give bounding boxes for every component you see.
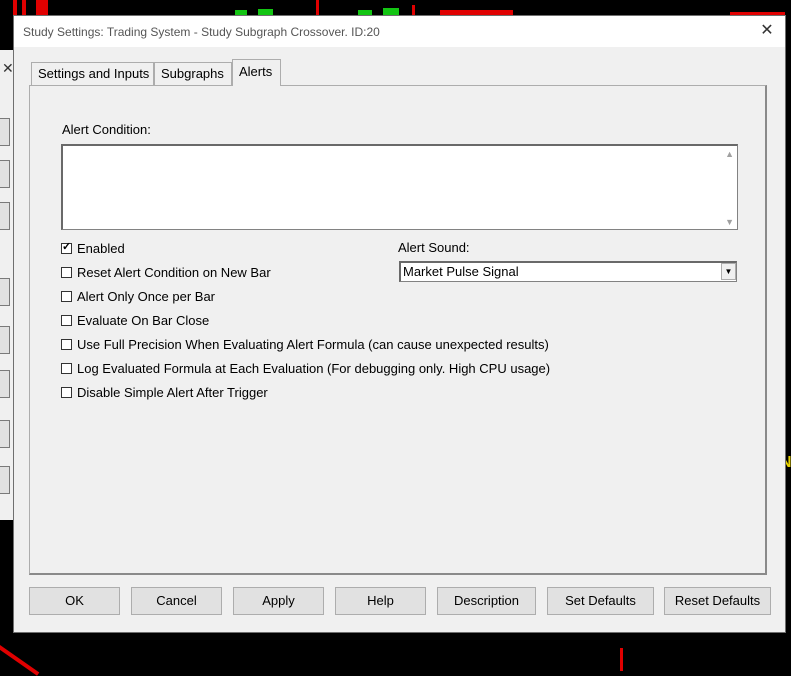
help-button[interactable]: Help [335, 587, 426, 615]
background-window-button[interactable] [0, 370, 10, 398]
dialog-title: Study Settings: Trading System - Study S… [23, 25, 380, 39]
study-settings-dialog: Study Settings: Trading System - Study S… [13, 15, 786, 633]
chart-candle-green [383, 8, 399, 15]
chart-candle-red [36, 0, 48, 15]
tab-label: Settings and Inputs [38, 66, 150, 81]
alert-condition-label: Alert Condition: [62, 122, 151, 137]
reset-defaults-button[interactable]: Reset Defaults [664, 587, 771, 615]
checkbox-label: Evaluate On Bar Close [77, 312, 210, 328]
checkbox-box[interactable] [61, 386, 72, 398]
reset-alert-condition-checkbox[interactable]: Reset Alert Condition on New Bar [61, 263, 271, 281]
alert-condition-input[interactable]: ▲ ▼ [61, 144, 738, 230]
tab-alerts[interactable]: Alerts [232, 59, 281, 86]
background-window-button[interactable] [0, 420, 10, 448]
scroll-up-icon[interactable]: ▲ [725, 149, 734, 159]
chart-candle-red [316, 0, 319, 15]
evaluate-on-bar-close-checkbox[interactable]: Evaluate On Bar Close [61, 311, 209, 329]
enabled-checkbox[interactable]: ✓ Enabled [61, 239, 125, 257]
tab-settings-and-inputs[interactable]: Settings and Inputs [31, 62, 154, 85]
background-window-button[interactable] [0, 466, 10, 494]
checkbox-label: Use Full Precision When Evaluating Alert… [77, 336, 549, 352]
tab-label: Subgraphs [161, 66, 224, 81]
cancel-button[interactable]: Cancel [131, 587, 222, 615]
alert-only-once-checkbox[interactable]: Alert Only Once per Bar [61, 287, 215, 305]
checkbox-label: Reset Alert Condition on New Bar [77, 264, 271, 280]
alert-sound-value: Market Pulse Signal [403, 264, 519, 279]
checkbox-label: Log Evaluated Formula at Each Evaluation… [77, 360, 551, 376]
chart-candle-red [412, 5, 415, 15]
checkbox-label: Enabled [77, 240, 125, 256]
full-precision-checkbox[interactable]: Use Full Precision When Evaluating Alert… [61, 335, 549, 353]
chevron-down-icon[interactable]: ▼ [721, 263, 736, 280]
background-window-button[interactable] [0, 118, 10, 146]
disable-simple-alert-checkbox[interactable]: Disable Simple Alert After Trigger [61, 383, 268, 401]
checkbox-label: Disable Simple Alert After Trigger [77, 384, 268, 400]
checkbox-box[interactable] [61, 314, 72, 326]
background-window-button[interactable] [0, 278, 10, 306]
checkbox-box[interactable] [61, 362, 72, 374]
scroll-down-icon[interactable]: ▼ [725, 217, 734, 227]
apply-button[interactable]: Apply [233, 587, 324, 615]
background-window-button[interactable] [0, 326, 10, 354]
chart-candle-red [22, 0, 26, 15]
checkbox-box[interactable]: ✓ [61, 240, 72, 254]
log-evaluated-formula-checkbox[interactable]: Log Evaluated Formula at Each Evaluation… [61, 359, 550, 377]
tab-subgraphs[interactable]: Subgraphs [154, 62, 232, 85]
ok-button[interactable]: OK [29, 587, 120, 615]
checkmark-icon: ✓ [62, 240, 72, 253]
alert-sound-label: Alert Sound: [398, 240, 470, 255]
checkbox-box[interactable] [61, 290, 72, 302]
tab-label: Alerts [239, 64, 273, 79]
checkbox-label: Alert Only Once per Bar [77, 288, 215, 304]
background-window-button[interactable] [0, 202, 10, 230]
background-window-close-icon: ✕ [2, 60, 14, 76]
checkbox-box[interactable] [61, 266, 72, 278]
close-icon[interactable]: ✕ [757, 21, 777, 41]
description-button[interactable]: Description [437, 587, 536, 615]
chart-trendline [0, 645, 40, 676]
chart-bar-red [620, 648, 623, 671]
background-window-button[interactable] [0, 160, 10, 188]
alert-sound-select[interactable]: Market Pulse Signal ▼ [399, 261, 737, 282]
chart-candle-red [13, 0, 17, 15]
set-defaults-button[interactable]: Set Defaults [547, 587, 654, 615]
title-bar[interactable]: Study Settings: Trading System - Study S… [14, 16, 785, 47]
checkbox-box[interactable] [61, 338, 72, 350]
